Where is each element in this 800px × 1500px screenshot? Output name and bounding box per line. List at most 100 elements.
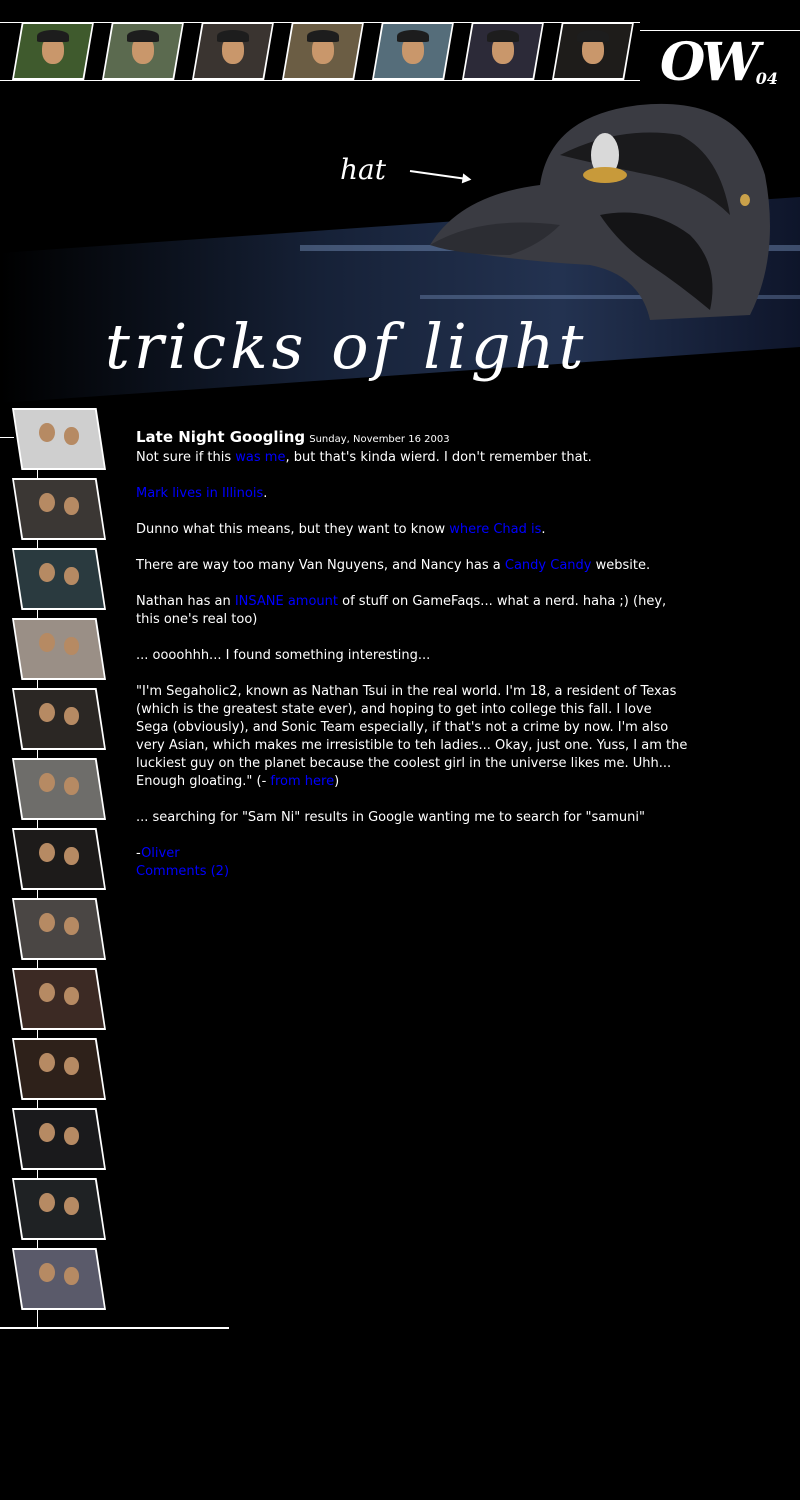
was-me-link[interactable]: was me (235, 450, 285, 465)
person (39, 492, 56, 513)
photo-image (14, 550, 104, 608)
photo-image (284, 24, 362, 78)
person (64, 917, 79, 935)
person (64, 707, 79, 725)
person (39, 702, 56, 723)
post-paragraph: ... oooohhh... I found something interes… (136, 648, 431, 663)
person (39, 1192, 56, 1213)
candy-candy-link[interactable]: Candy Candy (505, 558, 592, 573)
cap (577, 30, 609, 43)
cap (487, 30, 519, 43)
post-header: Late Night Googling Sunday, November 16 … (136, 428, 688, 449)
post-date: Sunday, November 16 2003 (309, 434, 450, 445)
cap (37, 30, 69, 43)
person (64, 987, 79, 1005)
top-photo-thumbnail[interactable] (462, 22, 544, 80)
header-banner: hat tricks of light (0, 95, 800, 415)
sidebar-photo[interactable] (12, 408, 106, 470)
top-photo-thumbnail[interactable] (282, 22, 364, 80)
photo-image (14, 1180, 104, 1238)
person (64, 1197, 79, 1215)
person (39, 842, 56, 863)
hat-label: hat (340, 153, 386, 186)
photo-image (14, 480, 104, 538)
post-signature: -Oliver (136, 846, 180, 861)
sidebar-photo[interactable] (12, 828, 106, 890)
photo-image (554, 24, 632, 78)
person (64, 1267, 79, 1285)
person (39, 772, 56, 793)
photo-image (374, 24, 452, 78)
photo-image (194, 24, 272, 78)
person (39, 1122, 56, 1143)
photo-image (14, 24, 92, 78)
where-chad-link[interactable]: where Chad is (449, 522, 541, 537)
post-paragraph: Dunno what this means, but they want to … (136, 522, 546, 537)
photo-image (14, 620, 104, 678)
photo-image (14, 1250, 104, 1308)
post-footer: Comments (2) (136, 863, 688, 881)
photo-image (14, 900, 104, 958)
photo-image (14, 690, 104, 748)
top-photo-thumbnail[interactable] (192, 22, 274, 80)
top-photo-thumbnail[interactable] (372, 22, 454, 80)
person (39, 912, 56, 933)
person (64, 777, 79, 795)
person (64, 1127, 79, 1145)
sidebar-stub-line (0, 437, 14, 438)
person (64, 497, 79, 515)
from-here-link[interactable]: from here (270, 774, 334, 789)
photo-image (14, 830, 104, 888)
person (64, 1057, 79, 1075)
cap-illustration (430, 103, 770, 320)
sidebar-photo[interactable] (12, 1178, 106, 1240)
cap (307, 30, 339, 43)
photo-image (14, 1110, 104, 1168)
sidebar-photo[interactable] (12, 688, 106, 750)
person (39, 422, 56, 443)
post-paragraph: ... searching for "Sam Ni" results in Go… (136, 810, 645, 825)
photo-image (464, 24, 542, 78)
sidebar-photo[interactable] (12, 898, 106, 960)
site-title: tricks of light (105, 310, 588, 383)
person (39, 1262, 56, 1283)
post-quote: "I'm Segaholic2, known as Nathan Tsui in… (136, 684, 688, 789)
person (39, 562, 56, 583)
sidebar-photo[interactable] (12, 1248, 106, 1310)
cap (127, 30, 159, 43)
author-link[interactable]: Oliver (141, 846, 180, 861)
person (64, 637, 79, 655)
top-photo-thumbnail[interactable] (12, 22, 94, 80)
photo-image (104, 24, 182, 78)
sidebar-photo[interactable] (12, 478, 106, 540)
top-photo-thumbnail[interactable] (552, 22, 634, 80)
mark-illinois-link[interactable]: Mark lives in Illinois (136, 486, 263, 501)
post-title: Late Night Googling (136, 428, 306, 446)
person (64, 847, 79, 865)
person (64, 427, 79, 445)
top-photo-thumbnail[interactable] (102, 22, 184, 80)
person (39, 982, 56, 1003)
sidebar-photo[interactable] (12, 1038, 106, 1100)
insane-amount-link[interactable]: INSANE amount (235, 594, 338, 609)
sidebar-photo[interactable] (12, 618, 106, 680)
photo-image (14, 1040, 104, 1098)
sidebar-photo[interactable] (12, 758, 106, 820)
cap (217, 30, 249, 43)
site-logo[interactable]: OW04 (660, 32, 778, 93)
post-paragraph: Mark lives in Illinois. (136, 486, 268, 501)
photo-image (14, 410, 104, 468)
sidebar-bottom-rule (0, 1327, 229, 1329)
sidebar-photo[interactable] (12, 968, 106, 1030)
sidebar-photo[interactable] (12, 1108, 106, 1170)
post-paragraph: Not sure if this was me, but that's kind… (136, 450, 592, 465)
photo-image (14, 760, 104, 818)
comments-link[interactable]: Comments (2) (136, 864, 229, 879)
person (39, 1052, 56, 1073)
sidebar-photo[interactable] (12, 548, 106, 610)
cap (397, 30, 429, 43)
person (39, 632, 56, 653)
photo-image (14, 970, 104, 1028)
top-rule-bottom (0, 80, 640, 81)
top-rule-right (640, 30, 800, 31)
